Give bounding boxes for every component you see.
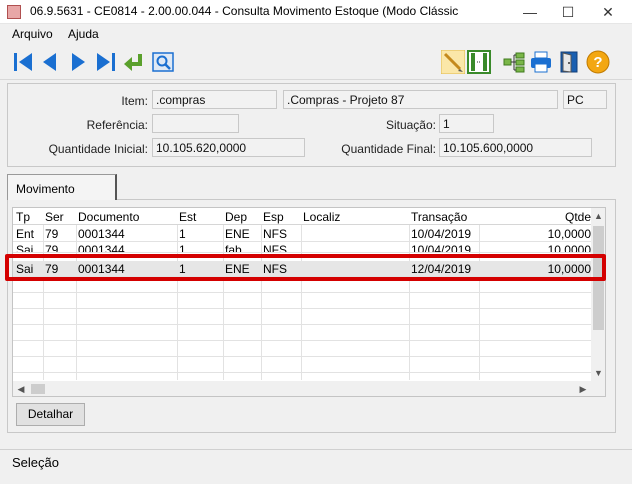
- empty-row: [13, 357, 591, 373]
- empty-row: [13, 325, 591, 341]
- column-select-button[interactable]: [467, 50, 491, 74]
- column-header-tp[interactable]: Tp: [16, 210, 30, 224]
- cell-transacao: 10/04/2019: [411, 227, 472, 241]
- maximize-button[interactable]: ☐: [548, 0, 588, 24]
- svg-text:?: ?: [593, 54, 602, 71]
- menu-bar: Arquivo Ajuda: [0, 24, 632, 44]
- cell-qtde: 10,0000: [547, 227, 591, 241]
- menu-ajuda[interactable]: Ajuda: [68, 27, 99, 41]
- referencia-label: Referência:: [86, 118, 148, 132]
- situacao-field[interactable]: 1: [439, 114, 494, 133]
- cell-ser: 79: [45, 227, 59, 241]
- tree-button[interactable]: [502, 50, 526, 74]
- column-header-qtde[interactable]: Qtde: [565, 210, 591, 224]
- printer-icon: [531, 51, 551, 73]
- status-text: Seleção: [12, 455, 59, 470]
- cell-esp: NFS: [263, 227, 287, 241]
- column-header-documento[interactable]: Documento: [78, 210, 139, 224]
- cell-esp: NFS: [263, 243, 287, 253]
- menu-arquivo[interactable]: Arquivo: [12, 27, 53, 41]
- scroll-up-icon[interactable]: ▲: [591, 208, 605, 224]
- scroll-right-icon[interactable]: ▶: [575, 381, 591, 396]
- print-button[interactable]: [529, 50, 553, 74]
- empty-row: [13, 341, 591, 357]
- cell-qtde: 10,0000: [547, 243, 591, 253]
- minimize-button[interactable]: —: [510, 0, 550, 24]
- cell-documento: 0001344: [78, 243, 125, 253]
- table-row[interactable]: Ent 79 0001344 1 ENE NFS 10/04/2019 10,0…: [13, 226, 591, 242]
- column-header-localiz[interactable]: Localiz: [303, 210, 340, 224]
- title-bar: 06.9.5631 - CE0814 - 2.00.00.044 - Consu…: [0, 0, 632, 24]
- search-button[interactable]: [151, 50, 175, 74]
- cell-transacao: 10/04/2019: [411, 243, 472, 253]
- previous-icon: [43, 53, 56, 71]
- empty-row: [13, 293, 591, 309]
- column-header-dep[interactable]: Dep: [225, 210, 247, 224]
- referencia-field[interactable]: [152, 114, 239, 133]
- column-header-esp[interactable]: Esp: [263, 210, 284, 224]
- quantidade-final-field[interactable]: 10.105.600,0000: [439, 138, 592, 157]
- tree-icon: [503, 52, 525, 73]
- close-button[interactable]: ✕: [588, 0, 628, 24]
- last-record-button[interactable]: [94, 50, 118, 74]
- first-icon: [14, 53, 32, 71]
- return-button[interactable]: [122, 50, 146, 74]
- exit-button[interactable]: [557, 50, 581, 74]
- column-header-transacao[interactable]: Transação: [411, 210, 467, 224]
- table-row[interactable]: Sai 79 0001344 1 fab NFS 10/04/2019 10,0…: [13, 242, 591, 253]
- window-title: 06.9.5631 - CE0814 - 2.00.00.044 - Consu…: [30, 4, 459, 18]
- cell-dep: fab: [225, 243, 242, 253]
- tab-movimento[interactable]: Movimento: [7, 174, 117, 200]
- detalhar-button[interactable]: Detalhar: [16, 403, 85, 426]
- selection-highlight-box: [5, 254, 606, 281]
- scroll-down-icon[interactable]: ▼: [591, 365, 605, 381]
- cell-est: 1: [179, 227, 186, 241]
- situacao-label: Situação:: [385, 118, 436, 132]
- cell-tp: Ent: [16, 227, 35, 241]
- cell-ser: 79: [45, 243, 59, 253]
- horizontal-scrollbar[interactable]: ◀ ▶: [13, 381, 591, 396]
- magnifier-icon: [152, 52, 174, 72]
- grid-header: Tp Ser Documento Est Dep Esp Localiz Tra…: [13, 208, 591, 225]
- item-description-field[interactable]: .Compras - Projeto 87: [283, 90, 558, 109]
- previous-record-button[interactable]: [38, 50, 62, 74]
- door-icon: [560, 51, 578, 73]
- next-record-button[interactable]: [66, 50, 90, 74]
- status-bar: Seleção: [0, 449, 632, 484]
- quantidade-inicial-label: Quantidade Inicial:: [48, 142, 148, 156]
- quantidade-final-label: Quantidade Final:: [341, 142, 436, 156]
- item-label: Item:: [121, 94, 148, 108]
- empty-row: [13, 309, 591, 325]
- next-icon: [72, 53, 85, 71]
- first-record-button[interactable]: [11, 50, 35, 74]
- column-header-ser[interactable]: Ser: [45, 210, 64, 224]
- column-header-est[interactable]: Est: [179, 210, 196, 224]
- quantidade-inicial-field[interactable]: 10.105.620,0000: [152, 138, 305, 157]
- help-icon: ?: [586, 50, 610, 74]
- help-button[interactable]: ?: [586, 50, 610, 74]
- horizontal-scroll-thumb[interactable]: [31, 384, 45, 394]
- toolbar: ?: [0, 44, 632, 80]
- cell-tp: Sai: [16, 243, 34, 253]
- last-icon: [97, 53, 115, 71]
- pencil-icon: [440, 49, 466, 75]
- cell-est: 1: [179, 243, 186, 253]
- movement-grid[interactable]: Tp Ser Documento Est Dep Esp Localiz Tra…: [12, 207, 606, 397]
- columns-icon: [467, 50, 491, 74]
- edit-button[interactable]: [440, 49, 466, 75]
- item-code-field[interactable]: .compras: [152, 90, 277, 109]
- vertical-scrollbar[interactable]: ▲ ▼: [591, 208, 605, 381]
- return-arrow-icon: [124, 54, 142, 71]
- app-icon: [7, 5, 21, 19]
- item-unit-field[interactable]: PC: [563, 90, 607, 109]
- cell-dep: ENE: [225, 227, 250, 241]
- scrollbar-corner: [591, 381, 605, 396]
- scroll-left-icon[interactable]: ◀: [13, 381, 29, 396]
- cell-documento: 0001344: [78, 227, 125, 241]
